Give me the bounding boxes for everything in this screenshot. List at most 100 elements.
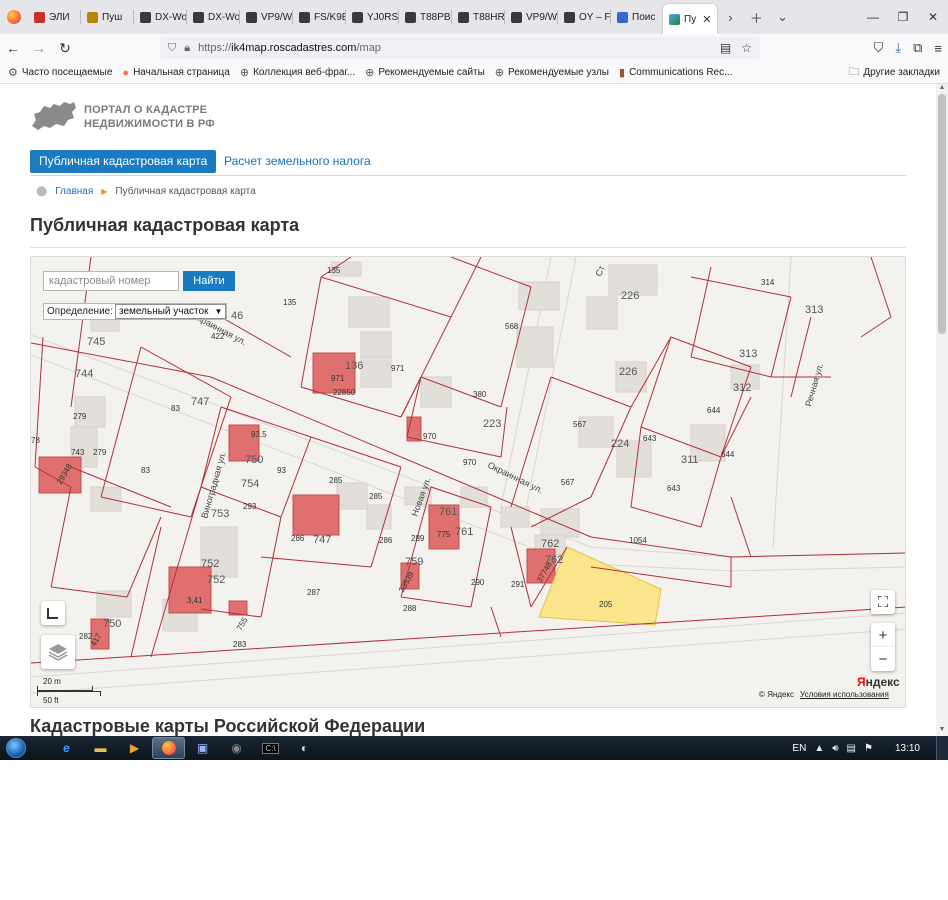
- language-indicator[interactable]: EN: [792, 743, 806, 754]
- tab-land-tax-calc[interactable]: Расчет земельного налога: [224, 150, 371, 173]
- close-window-icon[interactable]: ✕: [918, 0, 948, 34]
- restore-icon[interactable]: ❐: [888, 0, 918, 34]
- volume-icon[interactable]: 🔊︎: [832, 743, 838, 754]
- browser-tab-label: T88HR &: [473, 11, 504, 23]
- chevron-right-icon[interactable]: ›: [717, 0, 743, 34]
- ham-radio-app-icon[interactable]: ◉: [220, 737, 253, 759]
- command-prompt-icon[interactable]: C:\: [254, 737, 287, 759]
- action-center-flag-icon[interactable]: ⚑: [864, 743, 873, 754]
- firefox-taskbar-icon[interactable]: [152, 737, 185, 759]
- media-player-icon[interactable]: ▶: [118, 737, 151, 759]
- parcel-number-label: 568: [505, 322, 519, 331]
- shield-icon[interactable]: ⛉: [168, 42, 176, 55]
- parcel-number-label: 313: [805, 304, 823, 316]
- bookmark-item[interactable]: ⚙ Часто посещаемые: [8, 66, 112, 79]
- scroll-up-icon[interactable]: ▲: [936, 84, 948, 94]
- bookmark-star-icon[interactable]: ☆: [741, 41, 752, 55]
- menu-icon[interactable]: ≡: [934, 41, 942, 56]
- browser-tab[interactable]: OY – Faro: [558, 0, 610, 34]
- breadcrumb-current: Публичная кадастровая карта: [115, 186, 256, 197]
- bookmark-item[interactable]: ▮ Communications Rec...: [619, 66, 732, 79]
- find-button[interactable]: Найти: [183, 271, 235, 291]
- network-app-icon[interactable]: ◐: [288, 737, 321, 759]
- minimize-icon[interactable]: —: [858, 0, 888, 34]
- browser-tab[interactable]: YJ0RS – V: [346, 0, 398, 34]
- other-bookmarks[interactable]: 🗀 Другие закладки: [848, 63, 948, 82]
- tab-cadastral-map[interactable]: Публичная кадастровая карта: [30, 150, 217, 173]
- cadastral-map[interactable]: 1351054461354227457448374727974327978293…: [30, 256, 906, 708]
- browser-tab-label: DX-World: [155, 11, 186, 23]
- browser-tab[interactable]: DX-World: [187, 0, 239, 34]
- parcel-number-label: 83: [141, 466, 150, 475]
- download-icon[interactable]: ⤓: [895, 40, 901, 56]
- bookmark-label: Communications Rec...: [629, 67, 733, 78]
- fullscreen-icon[interactable]: ⛶: [871, 590, 895, 614]
- parcel-number-label: 750: [103, 618, 121, 630]
- network-icon[interactable]: ▤: [847, 743, 856, 754]
- forward-arrow-icon[interactable]: →: [26, 34, 52, 62]
- browser-tab-label: T88PB – P: [420, 11, 451, 23]
- clock[interactable]: 13:10: [895, 743, 920, 754]
- bookmark-item[interactable]: ⊕ Рекомендуемые узлы: [495, 66, 609, 79]
- pocket-icon[interactable]: ⛉: [874, 40, 884, 56]
- bookmark-item[interactable]: ● Начальная страница: [122, 67, 229, 79]
- firefox-menu-icon[interactable]: [0, 0, 28, 34]
- explorer-folder-icon[interactable]: ▬: [84, 737, 117, 759]
- browser-tab[interactable]: Поис: [611, 0, 663, 34]
- tab-favicon-icon: [299, 11, 310, 23]
- new-tab-icon[interactable]: ＋: [743, 0, 769, 34]
- russia-map-icon: [32, 102, 76, 130]
- browser-tab[interactable]: T88HR &: [452, 0, 504, 34]
- map-canvas[interactable]: 1351054461354227457448374727974327978293…: [31, 257, 906, 708]
- site-logo[interactable]: ПОРТАЛ О КАДАСТРЕ НЕДВИЖИМОСТИ В РФ: [30, 100, 215, 134]
- browser-tab[interactable]: VP9/WA4: [505, 0, 557, 34]
- parcel-number-label: 971: [331, 374, 345, 383]
- building-shape: [336, 482, 368, 510]
- parcel-number-label: 567: [561, 478, 575, 487]
- start-button[interactable]: [0, 736, 32, 760]
- chevron-down-icon[interactable]: ⌄: [769, 0, 795, 34]
- show-hidden-icons-icon[interactable]: ▲: [814, 743, 824, 754]
- url-bar[interactable]: ⛉ 🔒︎ https://ik4map.roscadastres.com/map…: [160, 37, 760, 59]
- layers-icon[interactable]: [41, 635, 75, 669]
- reload-icon[interactable]: ↻: [52, 34, 78, 62]
- ie-icon[interactable]: e: [50, 737, 83, 759]
- definition-select[interactable]: земельный участок ▼: [115, 304, 227, 319]
- parcel-number-label: 311: [681, 454, 699, 466]
- browser-tab[interactable]: T88PB – P: [399, 0, 451, 34]
- reader-view-icon[interactable]: ▤: [720, 41, 731, 55]
- parcel-number-label: 380: [473, 390, 487, 399]
- bookmark-item[interactable]: ⊕ Рекомендуемые сайты: [365, 66, 485, 79]
- lock-icon[interactable]: 🔒︎: [184, 42, 190, 55]
- show-desktop-button[interactable]: [936, 736, 948, 760]
- parcel-number-label: 285: [329, 476, 343, 485]
- parcel-number-label: 761: [455, 526, 473, 538]
- browser-tab[interactable]: DX-World: [134, 0, 186, 34]
- zoom-in-button[interactable]: +: [871, 623, 895, 647]
- bookmark-item[interactable]: ⊕ Коллекция веб-фраг...: [240, 66, 355, 79]
- browser-tab[interactable]: ЭЛИ: [28, 0, 80, 34]
- parcel-number-label: 282: [79, 632, 93, 641]
- close-tab-icon[interactable]: ✕: [702, 13, 711, 26]
- page-scrollbar[interactable]: ▲ ▼: [936, 84, 948, 736]
- floppy-disk-icon[interactable]: ▣: [186, 737, 219, 759]
- browser-tab-label: Поис: [632, 11, 656, 23]
- extensions-icon[interactable]: ⧉: [913, 40, 922, 56]
- scroll-down-icon[interactable]: ▼: [936, 726, 948, 736]
- parcel-number-label: 762: [541, 538, 559, 550]
- ruler-icon[interactable]: [41, 601, 65, 625]
- yandex-logo[interactable]: Яндекс: [857, 675, 900, 689]
- scrollbar-thumb[interactable]: [938, 94, 946, 334]
- cadastral-number-input[interactable]: [43, 271, 179, 291]
- back-arrow-icon[interactable]: ←: [0, 34, 26, 62]
- registered-building: [312, 352, 356, 394]
- terms-link[interactable]: Условия использования: [800, 690, 889, 699]
- parcel-number-label: 286: [379, 536, 393, 545]
- tab-active[interactable]: Пу ✕: [663, 4, 718, 34]
- breadcrumb-home[interactable]: Главная: [55, 186, 93, 197]
- browser-tab[interactable]: VP9/WA4: [240, 0, 292, 34]
- browser-tab[interactable]: Пуш: [81, 0, 133, 34]
- zoom-out-button[interactable]: −: [871, 647, 895, 671]
- browser-tab[interactable]: FS/K9EL –: [293, 0, 345, 34]
- browser-tab-strip: ЭЛИ Пуш DX-World DX-World VP9/WA4 FS/K9EL – YJ…: [0, 0, 948, 34]
